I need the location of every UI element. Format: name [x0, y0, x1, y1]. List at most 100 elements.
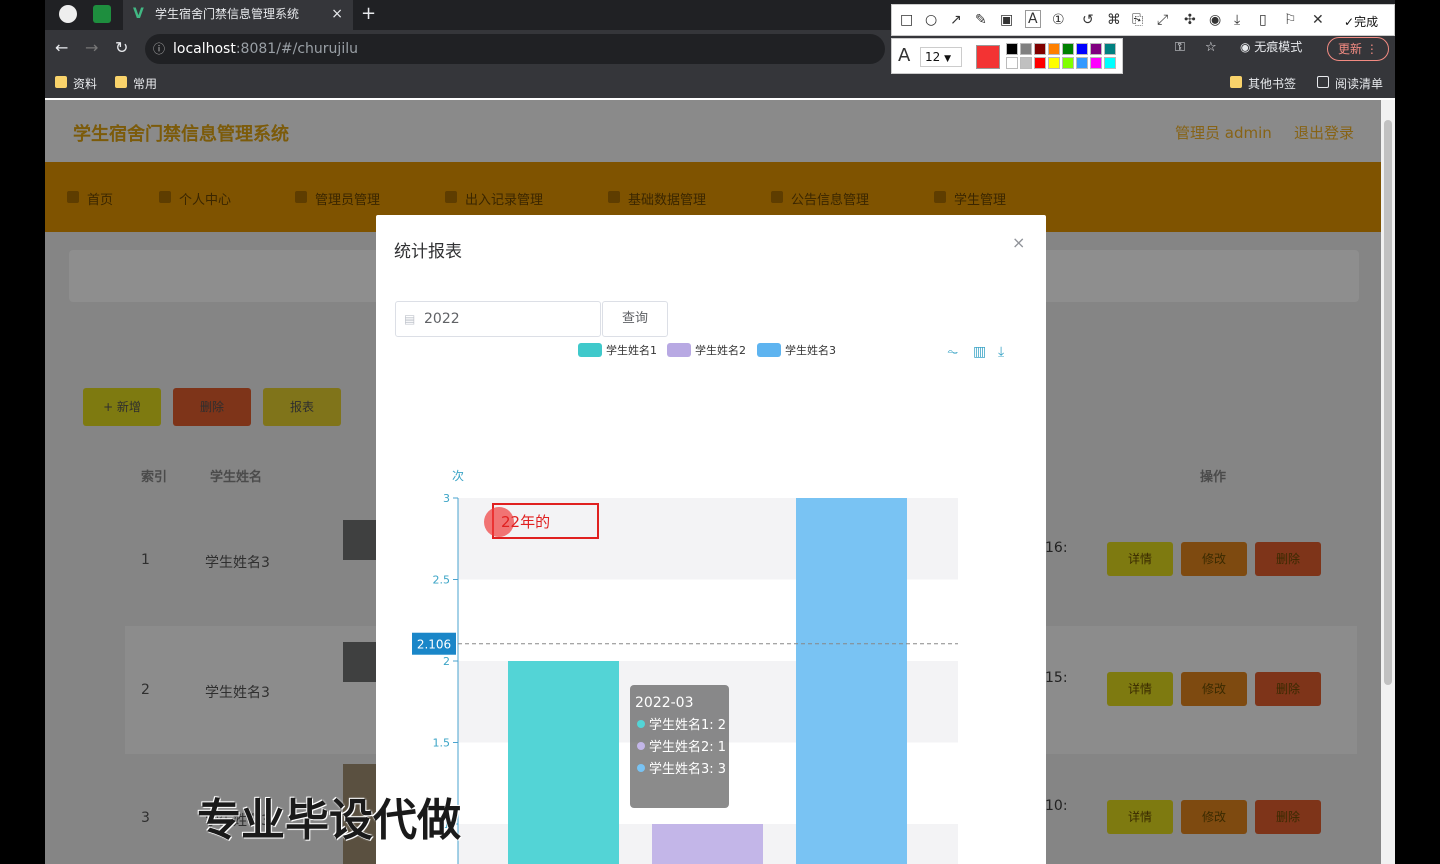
palette-color-swatch[interactable] [1076, 57, 1088, 69]
other-bookmarks[interactable]: 其他书签 [1230, 75, 1296, 92]
batch-delete-button[interactable]: 删除 [173, 388, 251, 426]
nav-label: 学生管理 [954, 193, 1007, 208]
edit-button[interactable]: 修改 [1181, 800, 1247, 834]
palette-color-swatch[interactable] [1020, 57, 1032, 69]
close-icon[interactable]: × [1012, 233, 1025, 252]
nav-item-admins[interactable]: 管理员管理 [291, 189, 380, 208]
palette-color-swatch[interactable] [1062, 57, 1074, 69]
row-student-name: 学生姓名3 [205, 555, 270, 571]
legend-label: 学生姓名1 [606, 344, 657, 357]
number-tool-icon[interactable]: ① [1052, 12, 1065, 28]
vue-favicon-icon: V [133, 6, 144, 22]
nav-item-basic-data[interactable]: 基础数据管理 [604, 189, 706, 208]
sheets-app-icon[interactable] [93, 5, 111, 23]
bookmark-folder[interactable]: 常用 [115, 75, 157, 92]
palette-color-swatch[interactable] [1034, 43, 1046, 55]
done-button[interactable]: ✓完成 [1344, 13, 1378, 30]
phone-icon[interactable]: ▯ [1259, 12, 1267, 28]
new-tab-icon[interactable]: + [361, 0, 376, 28]
ellipse-tool-icon[interactable]: ○ [925, 12, 937, 28]
palette-color-swatch[interactable] [1034, 57, 1046, 69]
palette-color-swatch[interactable] [1006, 57, 1018, 69]
key-icon[interactable]: ⚿ [1175, 40, 1185, 55]
bookmark-icon[interactable]: ⚐ [1284, 12, 1297, 28]
bar-学生姓名1[interactable] [508, 661, 619, 864]
palette-color-swatch[interactable] [1062, 43, 1074, 55]
nav-item-profile[interactable]: 个人中心 [155, 189, 231, 208]
column-header-ops: 操作 [1200, 470, 1227, 485]
palette-color-swatch[interactable] [1048, 43, 1060, 55]
delete-button[interactable]: 删除 [1255, 672, 1321, 706]
line-chart-toggle-icon[interactable]: ⏦ [947, 344, 958, 360]
pin-icon[interactable]: ✣ [1184, 12, 1196, 28]
year-picker[interactable]: ▤ 2022 [395, 301, 601, 337]
tab-close-icon[interactable]: × [331, 0, 343, 28]
reading-list[interactable]: 阅读清单 [1317, 75, 1383, 92]
edit-button[interactable]: 修改 [1181, 542, 1247, 576]
record-icon[interactable]: ◉ [1209, 12, 1221, 28]
font-icon: A [898, 45, 911, 66]
sticker-icon[interactable]: ⌘ [1107, 12, 1121, 28]
tab-active[interactable]: V 学生宿舍门禁信息管理系统 × [123, 0, 353, 30]
edit-button[interactable]: 修改 [1181, 672, 1247, 706]
current-color-swatch[interactable] [976, 45, 1000, 69]
legend-item[interactable]: 学生姓名1 [578, 342, 657, 358]
palette-color-swatch[interactable] [1104, 57, 1116, 69]
arrow-tool-icon[interactable]: ↗ [950, 12, 962, 28]
bar-学生姓名3[interactable] [796, 498, 907, 864]
palette-color-swatch[interactable] [1006, 43, 1018, 55]
palette-color-swatch[interactable] [1104, 43, 1116, 55]
forward-icon[interactable]: → [85, 38, 98, 57]
rectangle-tool-icon[interactable]: □ [900, 12, 913, 28]
scrollbar-thumb[interactable] [1384, 120, 1392, 685]
star-icon[interactable]: ☆ [1205, 40, 1217, 55]
nav-item-home[interactable]: 首页 [63, 189, 113, 208]
add-button[interactable]: + 新增 [83, 388, 161, 426]
bar-学生姓名2[interactable] [652, 824, 763, 864]
palette-color-swatch[interactable] [1090, 57, 1102, 69]
address-bar[interactable]: ⓘ localhost:8081/#/churujilu [145, 34, 885, 64]
palette-color-swatch[interactable] [1048, 57, 1060, 69]
reload-icon[interactable]: ↻ [115, 38, 128, 57]
delete-button[interactable]: 删除 [1255, 542, 1321, 576]
text-tool-icon[interactable]: A [1025, 10, 1041, 28]
detail-button[interactable]: 详情 [1107, 672, 1173, 706]
palette-color-swatch[interactable] [1076, 43, 1088, 55]
site-info-icon[interactable]: ⓘ [153, 34, 165, 64]
legend-item[interactable]: 学生姓名2 [667, 342, 746, 358]
translate-icon[interactable]: ⎘ [1132, 12, 1143, 28]
row-student-name: 学生姓名3 [205, 685, 270, 701]
page-scrollbar[interactable] [1381, 100, 1395, 864]
logout-link[interactable]: 退出登录 [1294, 122, 1354, 143]
legend-item[interactable]: 学生姓名3 [757, 342, 836, 358]
save-image-icon[interactable]: ⤓ [998, 344, 1004, 360]
url-path: :8081/#/churujilu [235, 41, 358, 57]
report-dialog: 统计报表 × ▤ 2022 查询 学生姓名1 学生姓名2 学生姓名3 ⏦ ▥ ⤓… [376, 215, 1046, 864]
bookmark-folder[interactable]: 资料 [55, 75, 97, 92]
incognito-indicator[interactable]: ◉ 无痕模式 [1240, 38, 1302, 55]
nav-item-notices[interactable]: 公告信息管理 [767, 189, 869, 208]
font-size-select[interactable]: 12 ▼ [920, 47, 962, 67]
query-button[interactable]: 查询 [602, 301, 668, 337]
update-button[interactable]: 更新 ⋮ [1327, 37, 1389, 61]
report-button[interactable]: 报表 [263, 388, 341, 426]
long-capture-icon[interactable]: ⤢ [1157, 12, 1168, 28]
nav-item-students[interactable]: 学生管理 [930, 189, 1006, 208]
detail-button[interactable]: 详情 [1107, 542, 1173, 576]
other-bookmarks-label: 其他书签 [1248, 77, 1297, 91]
detail-button[interactable]: 详情 [1107, 800, 1173, 834]
palette-color-swatch[interactable] [1090, 43, 1102, 55]
back-icon[interactable]: ← [55, 38, 68, 57]
nav-item-access-records[interactable]: 出入记录管理 [441, 189, 543, 208]
pen-tool-icon[interactable]: ✎ [975, 12, 987, 28]
column-header-name: 学生姓名 [210, 470, 263, 485]
palette-color-swatch[interactable] [1020, 43, 1032, 55]
browser-logo-icon[interactable] [59, 5, 77, 23]
bar-chart-toggle-icon[interactable]: ▥ [973, 344, 986, 360]
undo-icon[interactable]: ↺ [1082, 12, 1094, 28]
cancel-icon[interactable]: ✕ [1312, 12, 1324, 28]
mosaic-tool-icon[interactable]: ▣ [1000, 12, 1013, 28]
download-icon[interactable]: ⤓ [1234, 12, 1240, 28]
url-host: localhost [173, 41, 236, 57]
delete-button[interactable]: 删除 [1255, 800, 1321, 834]
